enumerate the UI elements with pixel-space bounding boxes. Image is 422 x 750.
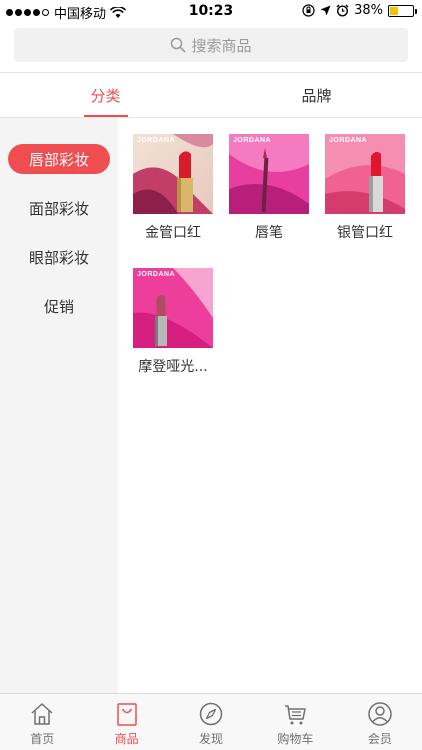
tab-brand[interactable]: 品牌 xyxy=(211,73,422,117)
product-brand: JORDANA xyxy=(329,137,368,144)
sidebar-item-eye-makeup[interactable]: 眼部彩妆 xyxy=(8,242,110,272)
product-image: JORDANA xyxy=(229,134,309,214)
search-input[interactable]: 搜索商品 xyxy=(14,28,408,62)
category-sidebar: 唇部彩妆 面部彩妆 眼部彩妆 促销 xyxy=(0,118,118,693)
product-name: 摩登哑光... xyxy=(138,359,208,375)
product-card[interactable]: JORDANA 银管口红 xyxy=(322,134,408,242)
user-icon xyxy=(368,702,392,726)
alarm-icon xyxy=(336,4,349,17)
location-icon xyxy=(320,5,331,16)
tabbar-products[interactable]: 商品 xyxy=(84,694,168,750)
sidebar-item-face-makeup[interactable]: 面部彩妆 xyxy=(8,193,110,223)
status-bar: 中国移动 10:23 38% xyxy=(0,0,422,24)
product-brand: JORDANA xyxy=(233,137,272,144)
sidebar-item-promotion[interactable]: 促销 xyxy=(8,291,110,321)
tabbar-home[interactable]: 首页 xyxy=(0,694,84,750)
product-image: JORDANA xyxy=(133,268,213,348)
tab-brand-label: 品牌 xyxy=(301,86,332,105)
product-card[interactable]: JORDANA 摩登哑光... xyxy=(130,268,216,376)
category-tabs: 分类 品牌 xyxy=(0,72,422,118)
compass-icon xyxy=(199,702,223,726)
tabbar-label: 购物车 xyxy=(277,732,314,746)
sidebar-item-label: 面部彩妆 xyxy=(28,199,89,218)
search-placeholder: 搜索商品 xyxy=(191,36,252,55)
orientation-lock-icon xyxy=(302,4,315,17)
product-card[interactable]: JORDANA 唇笔 xyxy=(226,134,312,242)
sidebar-item-label: 眼部彩妆 xyxy=(28,248,89,267)
battery-icon xyxy=(388,4,417,17)
tabbar-label: 商品 xyxy=(114,732,139,746)
product-brand: JORDANA xyxy=(137,271,176,278)
product-name: 金管口红 xyxy=(145,225,201,241)
tabbar-label: 首页 xyxy=(30,732,55,746)
sidebar-item-label: 促销 xyxy=(43,297,74,316)
sidebar-item-lip-makeup[interactable]: 唇部彩妆 xyxy=(8,144,110,174)
cart-icon xyxy=(285,705,307,725)
product-image: JORDANA xyxy=(133,134,213,214)
product-card[interactable]: JORDANA 金管口红 xyxy=(130,134,216,242)
product-name: 银管口红 xyxy=(337,225,393,241)
home-icon xyxy=(31,703,53,725)
tab-category[interactable]: 分类 xyxy=(0,73,211,117)
tab-category-label: 分类 xyxy=(90,86,121,105)
bottom-tab-bar: 首页 商品 发现 购物车 会员 xyxy=(0,693,422,750)
sidebar-item-label: 唇部彩妆 xyxy=(28,150,89,169)
product-brand: JORDANA xyxy=(137,137,176,144)
bag-icon xyxy=(116,703,137,726)
tabbar-label: 发现 xyxy=(199,732,224,746)
tabbar-cart[interactable]: 购物车 xyxy=(253,694,337,750)
battery-level xyxy=(390,6,399,15)
search-icon xyxy=(171,37,186,53)
status-right: 38% xyxy=(302,3,417,18)
tabbar-label: 会员 xyxy=(367,732,392,746)
tabbar-discover[interactable]: 发现 xyxy=(169,694,253,750)
battery-percent: 38% xyxy=(354,3,383,18)
product-name: 唇笔 xyxy=(255,225,283,241)
tabbar-member[interactable]: 会员 xyxy=(338,694,422,750)
product-image: JORDANA xyxy=(325,134,405,214)
